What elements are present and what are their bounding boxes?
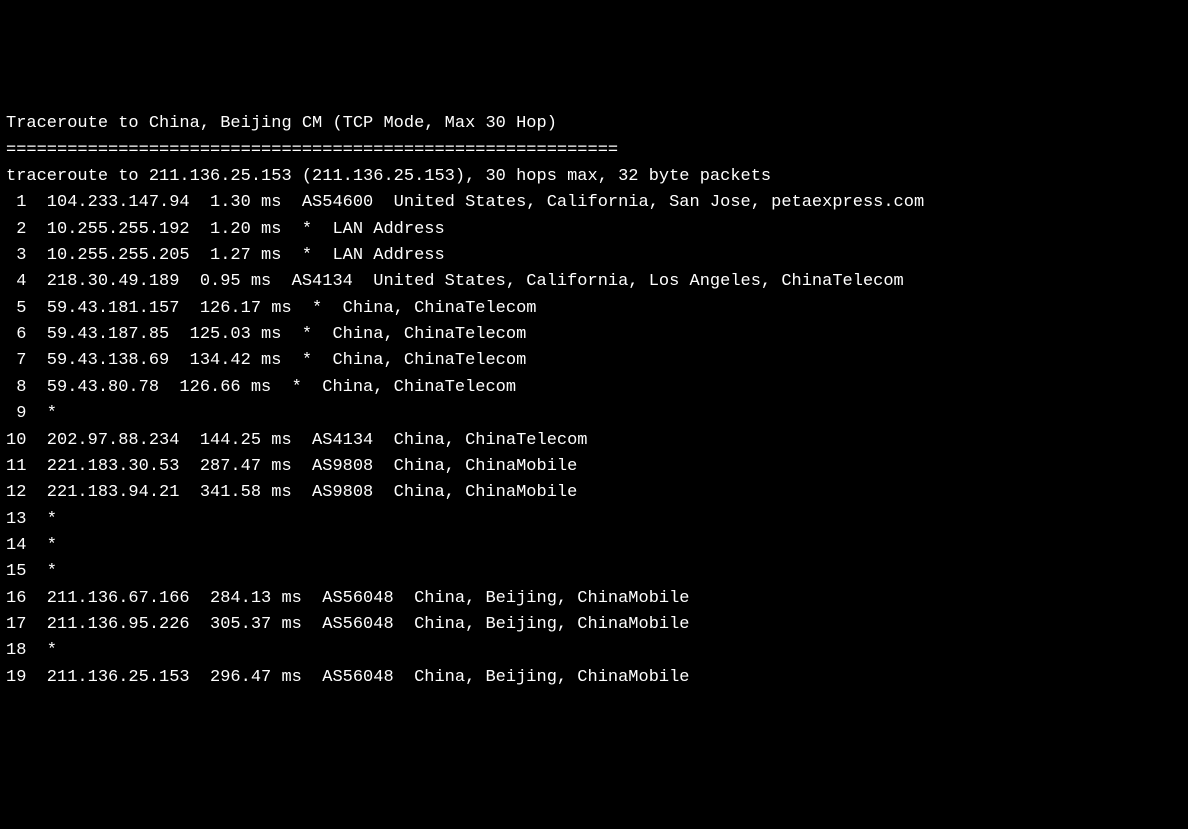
- terminal-output: Traceroute to China, Beijing CM (TCP Mod…: [6, 111, 1182, 691]
- hops-container: 1 104.233.147.94 1.30 ms AS54600 United …: [6, 190, 1182, 691]
- traceroute-title: Traceroute to China, Beijing CM (TCP Mod…: [6, 114, 557, 133]
- traceroute-command: traceroute to 211.136.25.153 (211.136.25…: [6, 167, 771, 186]
- separator-line: ========================================…: [6, 141, 618, 160]
